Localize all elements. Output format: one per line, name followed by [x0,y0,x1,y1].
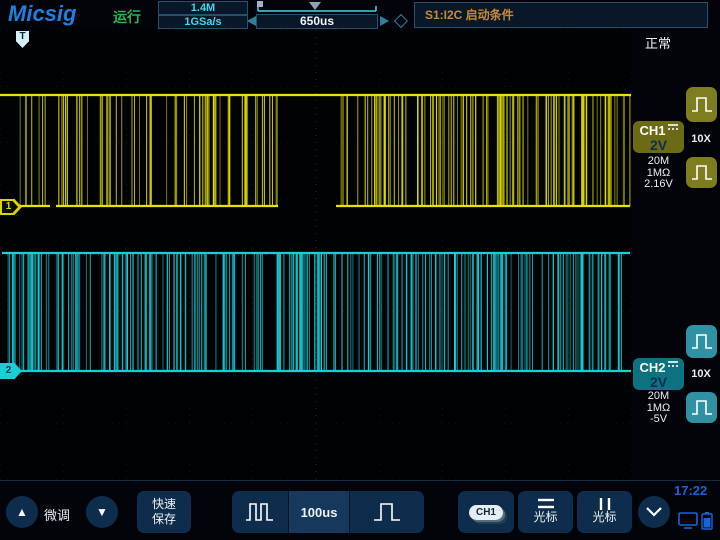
zoom-in-timebase-button[interactable] [350,491,424,533]
waveform-canvas [0,30,632,480]
timeline-position-bar[interactable] [256,1,378,14]
ch1-bandwidth: 20M [631,156,686,168]
pan-right-icon[interactable] [380,16,389,26]
right-sidebar: 正常 CH1 2V 10X 20M 1MΩ 2.16V [632,30,720,480]
top-bar: Micsig 运行 1.4M 1GSa/s 650us S1:I2C 启动条件 [0,0,720,32]
memory-depth: 1.4M [158,1,248,15]
ch2-readout: 20M 1MΩ -5V [631,391,686,426]
fine-tune-label: 微调 [44,505,70,524]
pulse-icon [689,392,715,423]
ch1-readout: 20M 1MΩ 2.16V [631,156,686,191]
ch2-trigger-slope-button[interactable] [686,325,717,358]
fine-tune-down-button[interactable]: ▼ [86,496,118,528]
fine-tune-up-button[interactable]: ▲ [6,496,38,528]
battery-icon [701,512,713,530]
collapse-menu-button[interactable] [638,496,670,528]
ch1-scale: 2V [633,138,684,152]
pulse-icon [689,325,715,358]
pan-left-icon[interactable] [247,16,256,26]
vertical-cursor-icon [596,498,614,510]
bottom-toolbar: ▲ 微调 ▼ 快速 保存 100us CH1 [0,480,720,540]
ch1-probe-label[interactable]: 10X [686,133,716,145]
quick-save-button[interactable]: 快速 保存 [137,491,191,533]
ch1-badge[interactable]: CH1 2V [633,121,684,153]
oscilloscope-app: Micsig 运行 1.4M 1GSa/s 650us S1:I2C 启动条件 … [0,0,720,540]
horizontal-cursor-icon [537,498,555,510]
acquisition-info[interactable]: 1.4M 1GSa/s [158,1,248,28]
up-triangle-icon: ▲ [16,505,28,519]
dc-coupling-icon [668,124,678,133]
ch2-probe-label[interactable]: 10X [686,368,716,380]
timebase-group: 100us [232,491,424,533]
ch1-name: CH1 [639,123,665,138]
zoom-out-timebase-button[interactable] [232,491,289,533]
display-icon[interactable] [678,512,698,530]
ch1-trigger-slope-button-2[interactable] [686,157,717,188]
ch1-offset: 2.16V [631,179,686,191]
channel-select-button[interactable]: CH1 [458,491,514,533]
horizontal-cursor-button[interactable]: 光标 [518,491,573,533]
single-pulse-icon [372,499,402,525]
trigger-point-icon[interactable] [394,14,408,28]
sample-rate: 1GSa/s [158,15,248,29]
channel-select-pill: CH1 [469,505,503,520]
chevron-down-icon [644,506,664,518]
double-pulse-icon [245,499,275,525]
ch2-name: CH2 [639,360,665,375]
down-triangle-icon: ▼ [96,505,108,519]
micsig-logo: Micsig [8,1,76,27]
run-status[interactable]: 运行 [113,7,141,27]
trigger-info[interactable]: S1:I2C 启动条件 [414,2,708,28]
ch2-offset: -5V [631,414,686,426]
window-start-marker [257,1,263,7]
waveform-display[interactable]: T 1 2 [0,30,633,480]
dc-coupling-icon [668,361,678,370]
clock: 17:22 [674,483,718,498]
ch2-scale: 2V [633,375,684,389]
ch2-bandwidth: 20M [631,391,686,403]
ch2-trigger-slope-button-2[interactable] [686,392,717,423]
time-offset[interactable]: 650us [256,14,378,29]
pulse-icon [689,87,715,122]
trigger-mode-label: 正常 [645,33,671,52]
trigger-position-marker [309,2,321,10]
pulse-icon [689,157,715,188]
ch2-badge[interactable]: CH2 2V [633,358,684,390]
vertical-cursor-button[interactable]: 光标 [577,491,632,533]
ch1-trigger-slope-button[interactable] [686,87,717,122]
timebase-value[interactable]: 100us [289,491,350,533]
